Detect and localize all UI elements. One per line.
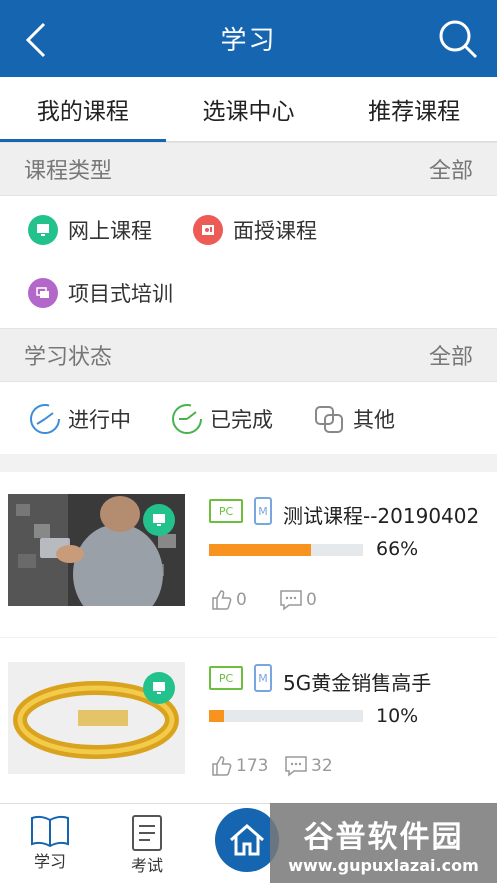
course-type-label: 课程类型 <box>24 159 113 184</box>
exam-paper-icon <box>132 815 162 851</box>
pc-tag: PC <box>209 499 243 523</box>
comment-icon <box>285 756 307 777</box>
course-progress-bar <box>209 710 363 722</box>
completed-icon <box>172 404 202 434</box>
home-icon <box>230 824 264 856</box>
filter-label: 项目式培训 <box>68 282 173 306</box>
mobile-tag: M <box>254 664 272 692</box>
course-type-header: 课程类型 全部 <box>0 142 497 196</box>
filter-other[interactable]: 其他 <box>313 402 395 436</box>
tab-course-center[interactable]: 选课中心 <box>166 77 332 141</box>
progress-fill <box>209 544 311 556</box>
site-watermark: 谷普软件园 www.gupuxlazai.com <box>270 803 497 883</box>
like-count-value: 0 <box>236 590 247 610</box>
course-title[interactable]: 测试课程--20190402 <box>283 500 479 529</box>
progress-percent: 66% <box>376 538 419 560</box>
filter-label: 面授课程 <box>233 219 317 243</box>
nav-label: 学习 <box>33 852 66 871</box>
study-status-all-button[interactable]: 全部 <box>429 339 473 371</box>
tab-label: 推荐课程 <box>368 99 461 125</box>
study-status-header: 学习状态 全部 <box>0 328 497 382</box>
progress-fill <box>209 710 225 722</box>
filter-label: 已完成 <box>210 408 273 432</box>
filter-offline-course[interactable]: 面授课程 <box>193 215 317 245</box>
comment-icon <box>280 590 302 611</box>
thumbs-up-icon <box>212 756 232 776</box>
course-title[interactable]: 5G黄金销售高手 <box>283 667 431 696</box>
nav-label: 考试 <box>130 856 163 875</box>
course-progress-bar <box>209 544 363 556</box>
watermark-title: 谷普软件园 <box>303 819 464 855</box>
watermark-url: www.gupuxlazai.com <box>288 855 479 875</box>
thumbs-up-icon <box>212 590 232 610</box>
progress-percent: 10% <box>376 705 419 727</box>
classroom-icon <box>193 215 223 245</box>
filter-completed[interactable]: 已完成 <box>170 402 273 436</box>
in-progress-icon <box>30 404 60 434</box>
filter-online-course[interactable]: 网上课程 <box>28 215 152 245</box>
like-count[interactable]: 173 <box>210 754 268 778</box>
filter-label: 网上课程 <box>68 219 152 243</box>
study-status-options: 进行中 已完成 其他 <box>0 382 497 454</box>
comment-count-value: 0 <box>306 590 317 610</box>
mobile-tag: M <box>254 497 272 525</box>
comment-count[interactable]: 32 <box>283 754 333 778</box>
tab-recommended[interactable]: 推荐课程 <box>331 77 497 141</box>
other-icon <box>315 406 343 433</box>
tab-label: 我的课程 <box>36 99 129 125</box>
tab-label: 选课中心 <box>202 99 295 125</box>
nav-study[interactable]: 学习 <box>30 814 70 872</box>
course-tabs: 我的课程 选课中心 推荐课程 <box>0 77 497 142</box>
nav-exam[interactable]: 考试 <box>130 814 164 876</box>
book-icon <box>31 815 69 848</box>
filter-label: 进行中 <box>68 408 131 432</box>
study-status-label: 学习状态 <box>24 345 113 370</box>
project-icon <box>28 278 58 308</box>
back-arrow-icon[interactable] <box>18 20 54 60</box>
course-type-options: 网上课程 面授课程 项目式培训 <box>0 196 497 328</box>
app-screen: 学习 我的课程 选课中心 推荐课程 课程类型 全部 网上课程 面授课程 项目式培… <box>0 0 497 883</box>
course-thumbnail[interactable] <box>8 494 185 606</box>
filter-project-training[interactable]: 项目式培训 <box>28 278 173 308</box>
like-count[interactable]: 0 <box>210 588 247 612</box>
online-course-badge-icon <box>143 504 175 536</box>
search-icon[interactable] <box>437 18 479 60</box>
online-course-badge-icon <box>143 672 175 704</box>
course-thumbnail[interactable] <box>8 662 185 774</box>
filter-label: 其他 <box>353 408 395 432</box>
tab-my-courses[interactable]: 我的课程 <box>0 77 166 142</box>
page-title: 学习 <box>220 26 277 56</box>
comment-count-value: 32 <box>311 756 333 776</box>
comment-count[interactable]: 0 <box>278 588 317 612</box>
like-count-value: 173 <box>236 756 269 776</box>
top-bar: 学习 <box>0 0 497 77</box>
pc-tag: PC <box>209 666 243 690</box>
filter-in-progress[interactable]: 进行中 <box>28 402 131 436</box>
course-card[interactable]: PC M 5G黄金销售高手 10% 173 32 <box>0 638 497 803</box>
course-type-all-button[interactable]: 全部 <box>429 153 473 185</box>
course-card[interactable]: PC M 测试课程--20190402 66% 0 0 <box>0 472 497 637</box>
monitor-icon <box>28 215 58 245</box>
